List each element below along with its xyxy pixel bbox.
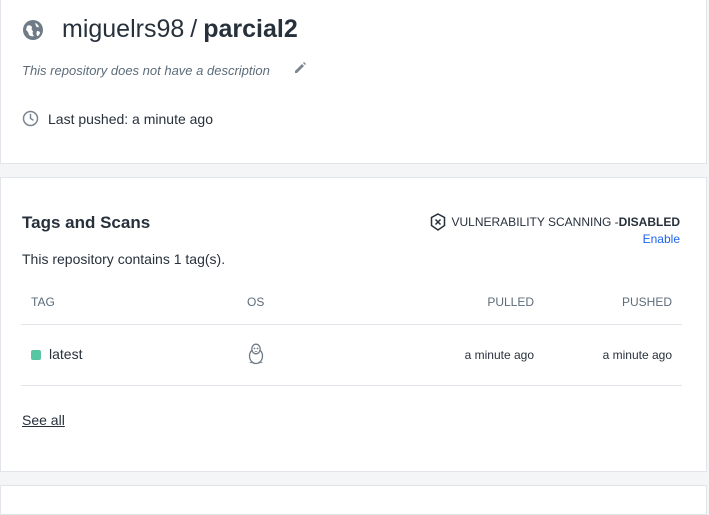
section-title: Tags and Scans [22, 213, 151, 232]
repo-name: parcial2 [203, 15, 298, 43]
repo-header-card: miguelrs98 / parcial2 This repository do… [0, 0, 707, 164]
pulled-time: a minute ago [464, 348, 534, 362]
pushed-time: a minute ago [602, 348, 672, 362]
table-row: latest a minute ago a minute ago [21, 325, 682, 386]
column-header-pulled: PULLED [487, 295, 534, 309]
vuln-label: VULNERABILITY SCANNING - [451, 215, 619, 229]
vuln-status: DISABLED [618, 215, 680, 229]
column-header-pushed: PUSHED [621, 295, 672, 309]
repo-description: This repository does not have a descript… [22, 63, 270, 78]
table-header: TAG OS PULLED PUSHED [21, 282, 682, 325]
column-header-tag: TAG [31, 295, 55, 309]
column-header-os: OS [247, 295, 265, 309]
last-pushed-text: Last pushed: a minute ago [48, 110, 214, 127]
repo-title: miguelrs98 / parcial2 [22, 15, 298, 44]
tag-status-indicator [31, 350, 41, 360]
linux-icon [248, 343, 264, 365]
shield-x-icon [430, 213, 445, 231]
next-section-card [0, 485, 707, 515]
globe-icon [23, 19, 43, 40]
vulnerability-scanning-status: VULNERABILITY SCANNING - DISABLED [430, 213, 680, 231]
tags-and-scans-card: Tags and Scans VULNERABILITY SCANNING - … [0, 177, 707, 472]
pencil-icon[interactable] [293, 61, 307, 75]
tag-count-text: This repository contains 1 tag(s). [22, 251, 226, 267]
see-all-link[interactable]: See all [22, 412, 65, 428]
repo-owner-link[interactable]: miguelrs98 [62, 15, 184, 44]
enable-link[interactable]: Enable [643, 232, 680, 246]
tag-name-link[interactable]: latest [49, 346, 82, 362]
repo-separator: / [190, 15, 198, 43]
tags-table: TAG OS PULLED PUSHED latest a minute ago… [21, 282, 682, 386]
clock-icon [22, 110, 39, 127]
last-pushed: Last pushed: a minute ago [22, 110, 213, 127]
